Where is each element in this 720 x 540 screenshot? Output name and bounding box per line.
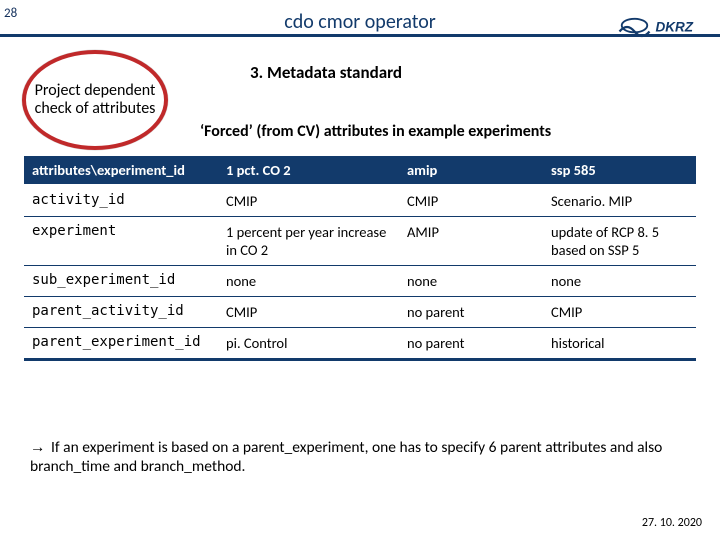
table-row: parent_activity_idCMIPno parentCMIP: [24, 297, 696, 328]
table-header-row: attributes\experiment_id 1 pct. CO 2 ami…: [24, 156, 696, 185]
cell: CMIP: [218, 297, 399, 328]
table-row: parent_experiment_idpi. Controlno parent…: [24, 328, 696, 360]
col-header: amip: [399, 156, 543, 185]
cell: CMIP: [218, 185, 399, 217]
callout-ellipse: Project dependent check of attributes: [22, 50, 168, 150]
row-label: activity_id: [24, 185, 218, 217]
cell: update of RCP 8. 5 based on SSP 5: [543, 217, 696, 266]
header-divider: [0, 34, 720, 37]
cell: none: [399, 266, 543, 297]
col-header: 1 pct. CO 2: [218, 156, 399, 185]
row-label: experiment: [24, 217, 218, 266]
row-label: parent_experiment_id: [24, 328, 218, 360]
cell: none: [543, 266, 696, 297]
section-subheading: ‘Forced’ (from CV) attributes in example…: [200, 122, 551, 141]
table-row: experiment1 percent per year increase in…: [24, 217, 696, 266]
slide-title: cdo cmor operator: [0, 10, 720, 34]
svg-text:DKRZ: DKRZ: [656, 20, 694, 35]
row-label: sub_experiment_id: [24, 266, 218, 297]
cell: Scenario. MIP: [543, 185, 696, 217]
cell: CMIP: [399, 185, 543, 217]
col-header: attributes\experiment_id: [24, 156, 218, 185]
cell: CMIP: [543, 297, 696, 328]
cell: no parent: [399, 328, 543, 360]
cell: historical: [543, 328, 696, 360]
footnote-text: If an experiment is based on a parent_ex…: [30, 438, 662, 476]
row-label: parent_activity_id: [24, 297, 218, 328]
table-row: activity_idCMIPCMIPScenario. MIP: [24, 185, 696, 217]
table-row: sub_experiment_idnonenonenone: [24, 266, 696, 297]
slide: 28 cdo cmor operator DKRZ Project depend…: [0, 0, 720, 540]
section-heading: 3. Metadata standard: [250, 62, 402, 83]
callout-text: Project dependent check of attributes: [26, 82, 164, 119]
col-header: ssp 585: [543, 156, 696, 185]
cell: pi. Control: [218, 328, 399, 360]
cell: AMIP: [399, 217, 543, 266]
footnote: → If an experiment is based on a parent_…: [30, 438, 680, 477]
cell: none: [218, 266, 399, 297]
attributes-table: attributes\experiment_id 1 pct. CO 2 ami…: [24, 156, 696, 361]
top-bar: 28 cdo cmor operator DKRZ: [0, 10, 720, 34]
cell: no parent: [399, 297, 543, 328]
arrow-icon: →: [30, 439, 48, 456]
slide-date: 27. 10. 2020: [642, 516, 702, 530]
cell: 1 percent per year increase in CO 2: [218, 217, 399, 266]
